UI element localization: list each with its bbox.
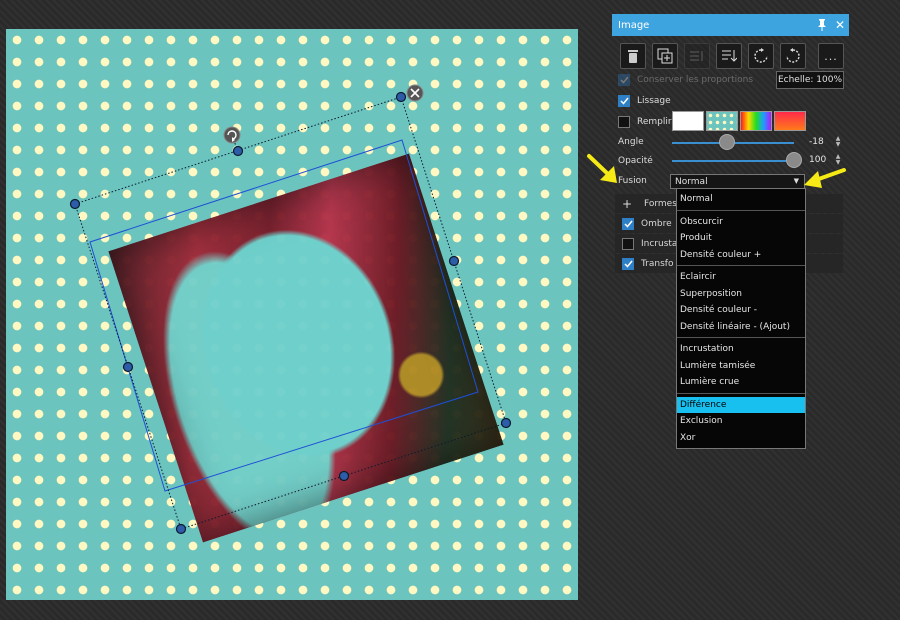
fill-row[interactable]: Remplir bbox=[618, 113, 672, 131]
blend-option[interactable]: Incrustation bbox=[677, 341, 805, 357]
selection-inner-border bbox=[89, 139, 479, 492]
resize-handle-tl bbox=[69, 198, 81, 210]
annotation-arrow-right bbox=[804, 168, 846, 188]
incrustation-checkbox[interactable] bbox=[622, 237, 634, 250]
align-button[interactable] bbox=[684, 43, 710, 69]
panel-toolbar: ... bbox=[620, 43, 850, 69]
rotate-handle-icon bbox=[223, 126, 241, 144]
smoothing-row[interactable]: Lissage bbox=[618, 92, 671, 110]
rotate-cw-icon bbox=[786, 48, 800, 63]
align-icon bbox=[690, 51, 703, 61]
angle-spinner[interactable]: ▲ ▼ bbox=[834, 136, 842, 148]
delete-layer-icon bbox=[406, 84, 424, 102]
angle-label: Angle bbox=[618, 137, 644, 147]
order-button[interactable] bbox=[716, 43, 742, 69]
order-down-icon bbox=[722, 50, 737, 62]
editor-canvas[interactable] bbox=[6, 29, 578, 600]
keep-ratio-checkbox[interactable] bbox=[618, 74, 630, 86]
panel-title: Image bbox=[618, 19, 650, 31]
resize-handle-bl bbox=[175, 523, 187, 535]
pin-icon[interactable] bbox=[813, 16, 831, 34]
selection-frame[interactable] bbox=[6, 29, 578, 600]
transformation-checkbox[interactable] bbox=[622, 257, 634, 270]
blend-option[interactable]: Xor bbox=[677, 430, 805, 446]
rotate-ccw-icon bbox=[754, 48, 768, 63]
close-icon[interactable]: ✕ bbox=[831, 16, 849, 34]
blend-selected-value: Normal bbox=[675, 176, 708, 187]
angle-value: -18 bbox=[809, 137, 824, 147]
trash-icon bbox=[628, 50, 638, 63]
chevron-down-icon: ▼ bbox=[793, 177, 799, 185]
keep-ratio-label: Conserver les proportions bbox=[637, 75, 754, 85]
blend-option[interactable]: Obscurcir bbox=[677, 214, 805, 230]
dropdown-separator bbox=[677, 209, 805, 211]
delete-button[interactable] bbox=[620, 43, 646, 69]
blend-option[interactable]: Densité linéaire - (Ajout) bbox=[677, 319, 805, 335]
panel-titlebar: Image ✕ bbox=[612, 14, 849, 36]
resize-handle-br bbox=[500, 417, 512, 429]
blend-option[interactable]: Normal bbox=[677, 191, 805, 207]
fill-label: Remplir bbox=[637, 117, 672, 127]
scale-readout: Echelle: 100% bbox=[776, 71, 844, 89]
annotation-arrow-left bbox=[587, 154, 617, 183]
blend-option[interactable]: Différence bbox=[677, 396, 805, 413]
resize-handle-top bbox=[232, 145, 244, 157]
resize-handle-tr bbox=[395, 91, 407, 103]
rotate-left-button[interactable] bbox=[748, 43, 774, 69]
blend-select[interactable]: Normal ▼ bbox=[670, 174, 805, 189]
dropdown-separator bbox=[677, 265, 805, 266]
fill-swatch-red-orange[interactable] bbox=[774, 111, 806, 131]
blend-option[interactable]: Densité couleur + bbox=[677, 247, 805, 263]
fill-checkbox[interactable] bbox=[618, 116, 630, 128]
blend-mode-dropdown: Normal Obscurcir Produit Densité couleur + E… bbox=[676, 188, 806, 449]
blend-option[interactable]: Densité couleur - bbox=[677, 302, 805, 318]
more-button[interactable]: ... bbox=[818, 43, 844, 69]
duplicate-icon bbox=[657, 48, 673, 64]
blend-option[interactable]: Lumière crue bbox=[677, 374, 805, 390]
rotate-right-button[interactable] bbox=[780, 43, 806, 69]
angle-slider-thumb[interactable] bbox=[718, 134, 735, 150]
angle-row: Angle bbox=[618, 133, 644, 151]
keep-ratio-row[interactable]: Conserver les proportions bbox=[618, 71, 753, 89]
dropdown-separator bbox=[677, 337, 805, 338]
duplicate-button[interactable] bbox=[652, 43, 678, 69]
selection-outer-border bbox=[74, 96, 507, 530]
opacity-slider-track[interactable] bbox=[672, 160, 794, 162]
fill-swatch-rainbow[interactable] bbox=[740, 111, 772, 131]
section-ombre-label: Ombre bbox=[641, 218, 672, 229]
resize-handle-left bbox=[122, 361, 134, 373]
fill-swatch-dots[interactable] bbox=[706, 111, 738, 131]
plus-icon: + bbox=[622, 196, 633, 211]
blend-option[interactable]: Produit bbox=[677, 230, 805, 246]
blend-option[interactable]: Eclaircir bbox=[677, 269, 805, 285]
ombre-checkbox[interactable] bbox=[622, 217, 634, 230]
blend-option[interactable]: Exclusion bbox=[677, 413, 805, 429]
resize-handle-right bbox=[448, 255, 460, 267]
section-formes-label: Formes bbox=[644, 198, 677, 209]
blend-option[interactable]: Superposition bbox=[677, 286, 805, 302]
fill-swatch-white[interactable] bbox=[672, 111, 704, 131]
dropdown-separator bbox=[677, 392, 805, 394]
resize-handle-bottom bbox=[338, 470, 350, 482]
section-transformation-label: Transfo bbox=[641, 258, 674, 269]
blend-option[interactable]: Lumière tamisée bbox=[677, 358, 805, 374]
section-incrustation-label: Incrusta bbox=[641, 238, 678, 249]
smoothing-checkbox[interactable] bbox=[618, 95, 630, 107]
smoothing-label: Lissage bbox=[637, 96, 671, 106]
